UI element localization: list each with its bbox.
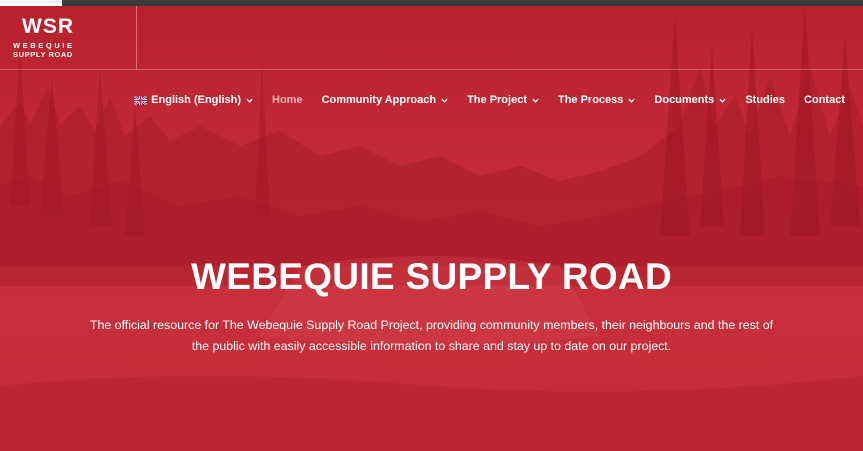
nav-item-label: Studies: [745, 94, 786, 106]
nav-item-label: The Project: [467, 94, 527, 106]
nav-item-label: Documents: [654, 94, 715, 106]
nav-item-the-process[interactable]: The Process: [558, 94, 635, 106]
site-logo[interactable]: WSR WEBEQUIE SUPPLY ROAD: [0, 6, 137, 69]
logo-wsr-text: WSR: [22, 15, 74, 38]
chevron-down-icon: [246, 98, 253, 103]
chevron-down-icon: [719, 98, 726, 103]
chevron-down-icon: [628, 98, 635, 103]
nav-item-contact[interactable]: Contact: [804, 94, 845, 106]
nav-item-label: Contact: [804, 94, 845, 106]
hero-title: WEBEQUIE SUPPLY ROAD: [191, 256, 672, 297]
nav-item-label: Community Approach: [321, 94, 437, 106]
chevron-down-icon: [441, 98, 448, 103]
nav-item-home[interactable]: Home: [272, 94, 303, 106]
forest-background: [0, 6, 863, 451]
nav-language-label: English (English): [151, 94, 242, 106]
logo-line2-text: WEBEQUIE: [13, 41, 75, 50]
nav-item-studies[interactable]: Studies: [745, 94, 785, 106]
header-divider: [0, 69, 863, 70]
nav-language-selector[interactable]: English (English): [134, 94, 253, 106]
uk-flag-icon: [134, 95, 148, 105]
nav-item-documents[interactable]: Documents: [654, 94, 726, 106]
hero-subtitle: The official resource for The Webequie S…: [89, 318, 774, 353]
hero-section: WSR WEBEQUIE SUPPLY ROAD English (Englis…: [0, 6, 863, 451]
nav-item-community-approach[interactable]: Community Approach: [322, 94, 449, 106]
nav-item-the-project[interactable]: The Project: [467, 94, 539, 106]
main-nav: English (English) Home Community Approac…: [134, 94, 845, 106]
nav-item-label: The Process: [557, 94, 624, 106]
logo-line3-text: SUPPLY ROAD: [13, 50, 73, 59]
chevron-down-icon: [532, 98, 539, 103]
nav-item-label: Home: [272, 94, 303, 106]
